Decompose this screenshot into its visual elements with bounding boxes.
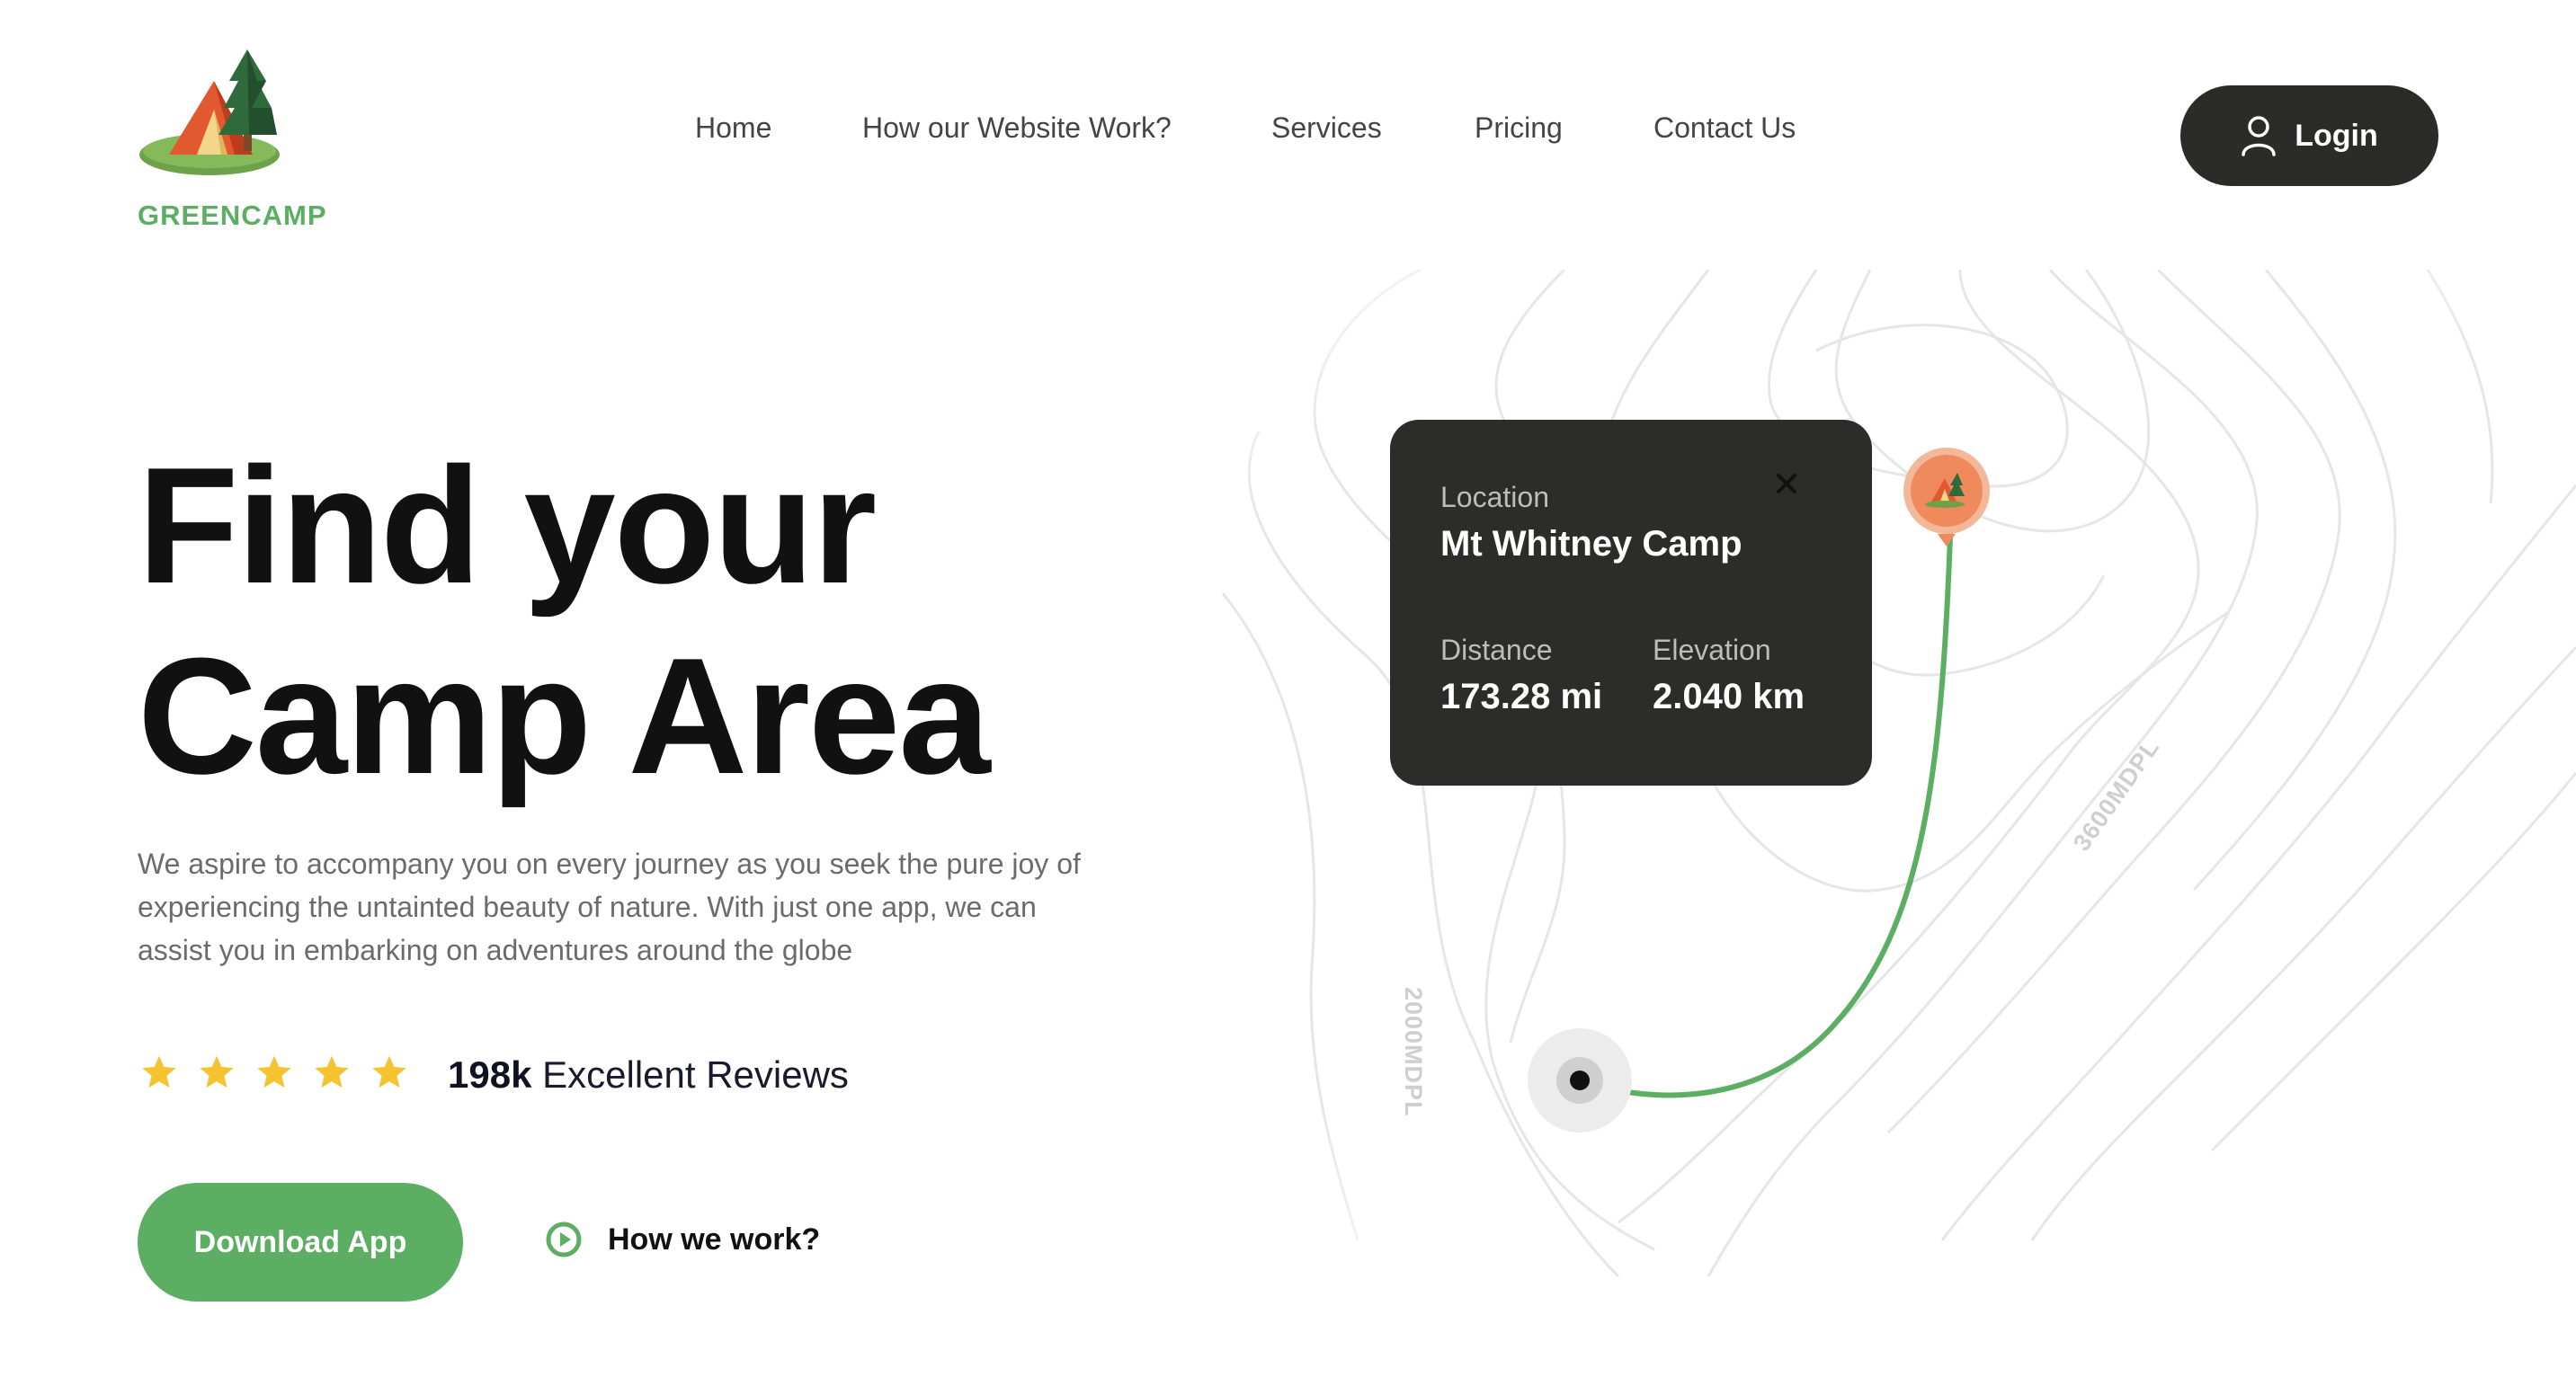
elevation-value: 2.040 km — [1653, 677, 1805, 716]
star-icon — [142, 1055, 176, 1088]
distance-value: 173.28 mi — [1440, 677, 1603, 716]
reviews-text: Excellent Reviews — [542, 1053, 849, 1096]
brand-logo[interactable]: GREENCAMP — [138, 45, 344, 238]
camp-pin-icon[interactable] — [1900, 444, 1993, 552]
reviews-count: 198k — [448, 1053, 532, 1096]
play-circle-icon — [546, 1222, 582, 1257]
download-app-label: Download App — [193, 1224, 407, 1259]
star-icon — [200, 1055, 234, 1088]
star-icon — [372, 1055, 406, 1088]
location-label: Location — [1440, 481, 1549, 513]
tent-tree-logo — [139, 49, 280, 175]
close-icon[interactable] — [1773, 470, 1800, 497]
distance-label: Distance — [1440, 634, 1553, 666]
nav-pricing[interactable]: Pricing — [1475, 111, 1563, 145]
how-we-work-label: How we work? — [608, 1222, 821, 1257]
how-we-work-link[interactable]: How we work? — [545, 1221, 820, 1258]
location-name: Mt Whitney Camp — [1440, 524, 1743, 564]
star-icon — [315, 1055, 349, 1088]
star-icon — [257, 1055, 291, 1088]
elevation-label: Elevation — [1653, 634, 1771, 666]
start-point-icon[interactable] — [1526, 1026, 1634, 1134]
hero-title: Find your Camp Area — [138, 430, 1172, 811]
reviews-summary: 198k Excellent Reviews — [448, 1053, 849, 1097]
hero-title-line1: Find your — [138, 432, 877, 618]
hero-description: We aspire to accompany you on every jour… — [138, 848, 1081, 966]
contour-label-2000: 2000MDPL — [1400, 987, 1427, 1117]
nav-services[interactable]: Services — [1271, 111, 1382, 145]
download-app-button[interactable]: Download App — [138, 1183, 463, 1302]
login-label: Login — [2295, 118, 2378, 153]
page: GREENCAMP Home How our Website Work? Ser… — [0, 0, 2576, 1395]
hero-title-line2: Camp Area — [138, 623, 991, 808]
login-button[interactable]: Login — [2180, 85, 2438, 186]
location-info-card: Location Mt Whitney Camp Distance 173.28… — [1390, 420, 1872, 786]
user-icon — [2242, 116, 2276, 156]
brand-name: GREENCAMP — [138, 200, 327, 231]
rating-stars — [140, 1053, 408, 1091]
nav-how-website-works[interactable]: How our Website Work? — [862, 111, 1172, 145]
nav-contact-us[interactable]: Contact Us — [1653, 111, 1796, 145]
nav-home[interactable]: Home — [695, 111, 771, 145]
